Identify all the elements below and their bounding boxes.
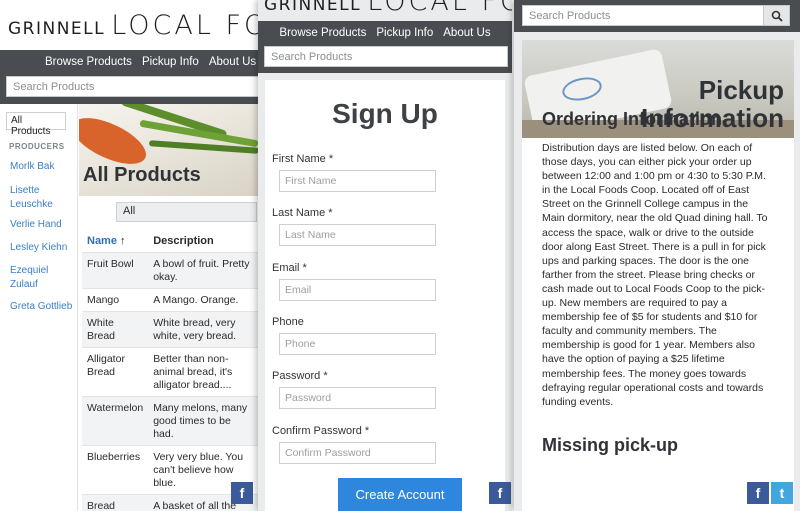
phone-field[interactable]: Phone [279,333,436,355]
product-description: Better than non-animal bread, it's allig… [148,346,259,396]
password-field[interactable]: Password [279,387,436,409]
product-name: Alligator Bread [82,346,149,396]
page-title: Sign Up [332,98,438,129]
table-row[interactable]: Alligator Bread Better than non-animal br… [82,346,259,396]
search-bar: Search Products [6,76,259,97]
product-name: White Bread [82,310,149,347]
browse-products-screen: GRINNELL LOCAL FOODS Browse Products Pic… [0,0,259,511]
products-table: Name ↑ Description Fruit Bowl A bowl of f… [82,230,259,511]
product-description: A Mango. Orange. [148,287,259,311]
nav-browse-products[interactable]: Browse Products [45,56,132,68]
page-title: All Products [83,164,201,186]
logo-prefix: GRINNELL [8,19,106,39]
product-description: Many melons, many good times to be had. [148,395,259,445]
table-row[interactable]: Mango A Mango. Orange. [82,287,259,311]
nav-bar: Search Products [514,0,800,32]
producer-link[interactable]: Lesley Kiehn [10,241,74,255]
name-column-header[interactable]: Name ↑ [82,230,148,252]
logo-main: LOCAL FOODS [367,0,512,17]
product-description: A bowl of fruit. Pretty okay. [148,251,259,288]
email-field[interactable]: Email [279,279,436,301]
create-account-button[interactable]: Create Account [338,478,462,511]
page-title-line1: Pickup [698,75,784,105]
producer-link[interactable]: Lisette Leuschke [10,184,74,212]
sign-up-screen: GRINNELL LOCAL FOODS Browse Products Pic… [258,0,512,511]
producer-link[interactable]: Greta Gottlieb [10,300,74,314]
last-name-label: Last Name * [272,207,333,219]
confirm-password-field[interactable]: Confirm Password [279,442,436,464]
name-header-label: Name [87,234,117,247]
site-logo[interactable]: GRINNELL LOCAL FOODS [264,0,512,17]
ordering-info-heading: Ordering Information [542,109,722,129]
product-name: Fruit Bowl [82,251,149,288]
twitter-icon[interactable]: t [771,482,793,504]
product-name: Blueberries [82,444,149,494]
last-name-field[interactable]: Last Name [279,224,436,246]
email-label: Email * [272,262,307,274]
missing-pickup-heading: Missing pick-up [542,435,679,455]
table-row[interactable]: White Bread White bread, very white, very… [82,310,259,347]
search-button[interactable] [763,6,789,25]
search-input[interactable]: Search Products [7,81,259,93]
ordering-info-text: Distribution days are listed below. On e… [542,142,768,408]
phone-label: Phone [272,316,304,328]
producer-link[interactable]: Morlk Bak [10,160,74,174]
search-icon [771,10,783,22]
facebook-icon[interactable]: f [747,482,769,504]
search-input[interactable]: Search Products [523,10,763,22]
producers-heading: PRODUCERS [9,142,65,151]
nav-bar: Browse Products Pickup Info About Us Sea… [258,21,512,73]
search-bar: Search Products [522,5,790,26]
product-name: Watermelon [82,395,149,445]
producer-sidebar: All Products PRODUCERS Morlk Bak Lisette… [0,104,78,511]
product-name: Bread [82,493,149,511]
product-name: Mango [82,287,149,311]
producer-link[interactable]: Verlie Hand [10,218,74,232]
sign-up-form: Sign Up First Name * First Name Last Nam… [265,80,505,511]
logo-prefix: GRINNELL [264,0,362,15]
sort-ascending-icon: ↑ [120,234,126,247]
nav-about-us[interactable]: About Us [443,27,490,39]
first-name-field[interactable]: First Name [279,170,436,192]
search-bar: Search Products [264,46,508,67]
all-products-filter[interactable]: All Products [6,112,66,137]
search-input[interactable]: Search Products [265,51,507,63]
nav-pickup-info[interactable]: Pickup Info [142,56,199,68]
site-logo[interactable]: GRINNELL LOCAL FOODS [8,10,259,41]
facebook-icon[interactable]: f [489,482,511,504]
nav-browse-products[interactable]: Browse Products [279,27,366,39]
table-row[interactable]: Watermelon Many melons, many good times t… [82,395,259,445]
facebook-icon[interactable]: f [231,482,253,504]
first-name-label: First Name * [272,153,334,165]
description-column-header[interactable]: Description [148,230,259,252]
nav-bar: Browse Products Pickup Info About Us Sea… [0,50,259,104]
producer-link[interactable]: Ezequiel Zulauf [10,264,74,292]
nav-about-us[interactable]: About Us [209,56,256,68]
table-row[interactable]: Fruit Bowl A bowl of fruit. Pretty okay. [82,251,259,288]
nav-pickup-info[interactable]: Pickup Info [376,27,433,39]
pickup-info-screen: Search Products Pickup Information Order… [514,0,800,511]
category-filter-select[interactable]: All [116,202,257,222]
logo-main: LOCAL FOODS [111,10,259,41]
products-hero-banner: All Products [79,104,259,196]
confirm-password-label: Confirm Password * [272,425,370,437]
password-label: Password * [272,370,328,382]
product-description: White bread, very white, very bread. [148,310,259,347]
